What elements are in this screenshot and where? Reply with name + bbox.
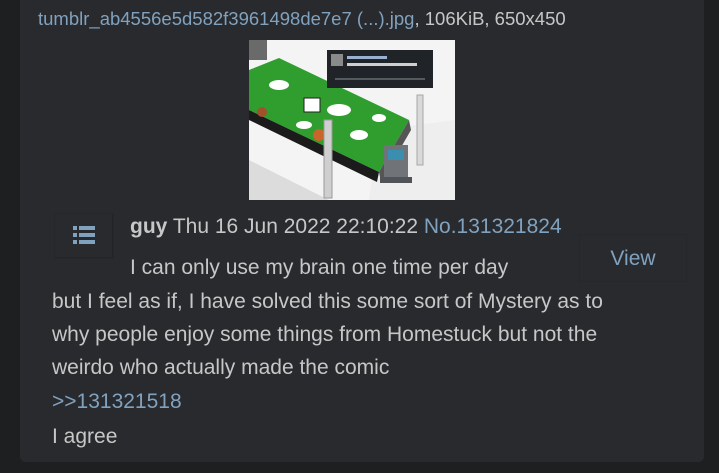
comment-line-1: I can only use my brain one time per day — [130, 256, 509, 279]
file-link[interactable]: tumblr_ab4556e5d582f3961498de7e7 (...).j… — [38, 8, 414, 29]
file-info: tumblr_ab4556e5d582f3961498de7e7 (...).j… — [38, 8, 566, 30]
post-number-link[interactable]: No.131321824 — [424, 215, 562, 238]
view-button[interactable]: View — [579, 234, 687, 282]
file-meta: , 106KiB, 650x450 — [414, 8, 566, 29]
post-thumbnail[interactable] — [249, 40, 455, 200]
comment-line-2: but I feel as if, I have solved this som… — [52, 290, 603, 313]
quote-link[interactable]: >>131321518 — [52, 390, 182, 414]
post-menu-button[interactable] — [54, 213, 114, 259]
thumbnail-image — [249, 40, 455, 200]
comment-line-3: why people enjoy some things from Homest… — [52, 323, 598, 346]
comment-line-4: weirdo who actually made the comic — [52, 356, 390, 379]
post-header: guy Thu 16 Jun 2022 22:10:22 No.13132182… — [130, 215, 562, 239]
poster-name: guy — [130, 215, 168, 238]
reply-text: I agree — [52, 425, 118, 448]
list-menu-icon — [73, 226, 95, 244]
post-datetime: Thu 16 Jun 2022 22:10:22 — [172, 215, 419, 238]
